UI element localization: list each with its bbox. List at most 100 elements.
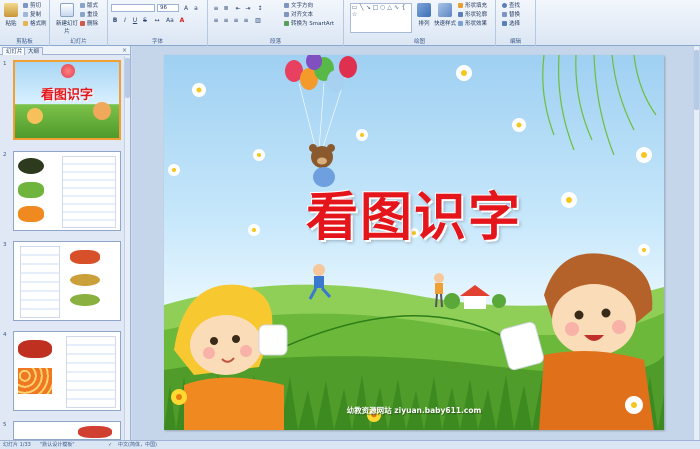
word-cards	[66, 336, 116, 408]
align-left-button[interactable]: ≡	[212, 17, 220, 24]
select-label: 选择	[509, 21, 521, 27]
copy-button[interactable]: 复制	[23, 12, 41, 19]
triangle-shape-icon[interactable]: △	[386, 4, 393, 11]
numbering-button[interactable]: ≣	[222, 5, 230, 12]
justify-button[interactable]: ≡	[242, 17, 250, 24]
bullets-button[interactable]: ≡	[212, 5, 220, 12]
shape-effects-button[interactable]: 形状效果	[458, 21, 487, 28]
layout-button[interactable]: 版式	[80, 3, 98, 10]
quick-styles-label: 快速样式	[433, 21, 456, 27]
fill-bucket-icon	[458, 3, 463, 8]
drawing-group: ▭ ╲ ↘ □ ○ △ ∿ { ☆ 排列 快速样式 形状填充 形状轮廓 形状效果 绘图	[344, 0, 496, 46]
line-spacing-button[interactable]: ↕	[256, 5, 264, 12]
child-figure	[27, 108, 43, 124]
find-button[interactable]: 查找	[502, 3, 520, 10]
star-shape-icon[interactable]: ☆	[351, 11, 358, 18]
slide-thumbnail-4[interactable]	[13, 331, 121, 411]
format-painter-button[interactable]: 格式刷	[23, 21, 47, 28]
brace-shape-icon[interactable]: {	[400, 4, 407, 11]
cut-label: 剪切	[30, 3, 42, 9]
shape-fill-button[interactable]: 形状填充	[458, 3, 487, 10]
language-indicator[interactable]: 中文(简体，中国)	[118, 441, 157, 449]
shapes-gallery[interactable]: ▭ ╲ ↘ □ ○ △ ∿ { ☆	[350, 3, 412, 33]
columns-button[interactable]: ▥	[254, 17, 262, 24]
panel-scrollbar[interactable]	[124, 56, 130, 440]
font-group-label: 字体	[151, 39, 163, 45]
delete-slide-button[interactable]: 删除	[80, 21, 98, 28]
strikethrough-button[interactable]: S	[141, 17, 149, 24]
bold-button[interactable]: B	[111, 17, 119, 24]
select-button[interactable]: 选择	[502, 21, 520, 28]
shape-outline-button[interactable]: 形状轮廓	[458, 12, 487, 19]
scissors-icon	[23, 3, 28, 8]
change-case-button[interactable]: Aa	[165, 17, 174, 24]
new-slide-button[interactable]: 新建幻灯片	[56, 3, 78, 35]
effects-icon	[458, 21, 463, 26]
spell-check-icon[interactable]: ✓	[108, 441, 112, 449]
paste-button[interactable]: 粘贴	[2, 3, 20, 27]
arrange-button[interactable]: 排列	[416, 3, 432, 27]
text-direction-button[interactable]: 文字方向	[284, 3, 313, 10]
layout-label: 版式	[87, 3, 99, 9]
slide-thumbnail-1[interactable]: 看图识字	[13, 60, 121, 140]
increase-indent-button[interactable]: ⇥	[244, 5, 252, 12]
scrollbar-thumb[interactable]	[694, 50, 699, 110]
fruit-image	[70, 250, 100, 264]
cut-button[interactable]: 剪切	[23, 3, 41, 10]
slide-number: 3	[3, 242, 7, 248]
tab-slides[interactable]: 幻灯片	[2, 47, 27, 55]
new-slide-icon	[60, 3, 74, 17]
replace-button[interactable]: 替换	[502, 12, 520, 19]
reset-icon	[80, 12, 85, 17]
slide-canvas[interactable]: 看图识字 幼教资源网站 ziyuan.baby611.com	[164, 55, 664, 430]
slide-number: 4	[3, 332, 7, 338]
font-color-button[interactable]: A	[178, 17, 186, 24]
drawing-group-label: 绘图	[413, 39, 425, 45]
scrollbar-thumb[interactable]	[125, 58, 130, 98]
char-spacing-button[interactable]: ↔	[153, 17, 161, 24]
curve-shape-icon[interactable]: ∿	[393, 4, 400, 11]
shrink-font-button[interactable]: a	[192, 5, 200, 12]
quick-styles-button[interactable]: 快速样式	[433, 3, 457, 27]
canvas-scrollbar[interactable]	[693, 46, 699, 440]
clipboard-group: 粘贴 剪切 复制 格式刷 剪贴板	[0, 0, 50, 46]
find-icon	[502, 3, 507, 8]
oval-shape-icon[interactable]: ○	[379, 4, 386, 11]
align-right-button[interactable]: ≡	[232, 17, 240, 24]
textbox-shape-icon[interactable]: ▭	[351, 4, 358, 11]
close-panel-icon[interactable]: ×	[122, 47, 127, 54]
child-figure	[93, 102, 111, 120]
replace-label: 替换	[509, 12, 521, 18]
font-family-select[interactable]	[111, 4, 155, 12]
grow-font-button[interactable]: A	[182, 5, 190, 12]
slide-thumbnail-3[interactable]	[13, 241, 121, 321]
fruit-image	[18, 182, 44, 198]
thumb-title: 看图识字	[40, 88, 93, 103]
fruit-image	[18, 158, 44, 174]
italic-button[interactable]: I	[121, 17, 129, 24]
fruit-image	[70, 294, 100, 306]
website-credit-sub	[164, 419, 664, 425]
replace-icon	[502, 12, 507, 17]
smartart-icon	[284, 21, 289, 26]
text-direction-icon	[284, 3, 289, 8]
align-center-button[interactable]: ≡	[222, 17, 230, 24]
website-credit: 幼教资源网站 ziyuan.baby611.com	[346, 406, 482, 415]
reset-button[interactable]: 重设	[80, 12, 98, 19]
shape-effects-label: 形状效果	[465, 21, 488, 27]
slide-thumbnail-5[interactable]	[13, 421, 121, 440]
decrease-indent-button[interactable]: ⇤	[234, 5, 242, 12]
underline-button[interactable]: U	[131, 17, 139, 24]
slide-thumbnail-2[interactable]	[13, 151, 121, 231]
align-text-button[interactable]: 对齐文本	[284, 12, 313, 19]
font-size-select[interactable]: 96	[157, 4, 179, 12]
slide-title[interactable]: 看图识字	[164, 175, 664, 250]
smartart-button[interactable]: 转换为 SmartArt	[284, 21, 334, 28]
tab-outline[interactable]: 大纲	[24, 47, 44, 55]
copy-icon	[23, 12, 28, 17]
arrange-icon	[417, 3, 431, 17]
line-shape-icon[interactable]: ╲	[358, 4, 365, 11]
rect-shape-icon[interactable]: □	[372, 4, 379, 11]
word-cards	[62, 156, 116, 228]
arrow-shape-icon[interactable]: ↘	[365, 4, 372, 11]
